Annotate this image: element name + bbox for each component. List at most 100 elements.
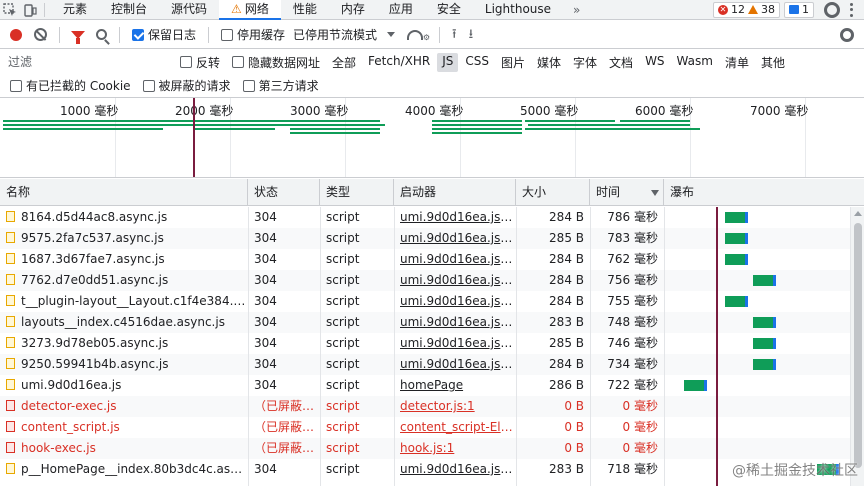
checkbox-unchecked-icon[interactable] [221, 28, 234, 41]
type-filter-5[interactable]: 媒体 [532, 53, 566, 72]
waterfall-bar[interactable] [725, 254, 748, 265]
cell-initiator[interactable]: content_script-EldO… [394, 417, 516, 438]
filter-icon[interactable] [71, 30, 85, 44]
column-name[interactable]: 名称 [0, 179, 248, 206]
table-row[interactable]: p__HomePage__index.80b3dc4c.async.js 304 s… [0, 459, 850, 480]
type-filter-0[interactable]: 全部 [327, 53, 361, 72]
waterfall-bar[interactable] [725, 296, 748, 307]
table-scrollbar[interactable] [850, 207, 864, 486]
table-row[interactable]: 1687.3d67fae7.async.js 304 script umi.9d0d1… [0, 249, 850, 270]
cell-initiator[interactable]: umi.9d0d16ea.js:692 [394, 291, 516, 312]
cell-initiator[interactable]: umi.9d0d16ea.js:692 [394, 249, 516, 270]
table-row[interactable]: 9575.2fa7c537.async.js 304 script umi.9d0d1… [0, 228, 850, 249]
type-filter-10[interactable]: 清单 [720, 53, 754, 72]
tab-1[interactable]: 控制台 [99, 0, 159, 20]
tab-6[interactable]: 应用 [377, 0, 425, 20]
search-icon[interactable] [96, 29, 107, 40]
filter-input[interactable] [6, 52, 166, 72]
scroll-up-icon[interactable] [854, 211, 862, 216]
disable-cache-checkbox[interactable]: 停用缓存 [221, 26, 285, 43]
messages-badge[interactable]: 1 [784, 1, 814, 18]
cell-initiator[interactable]: homePage [394, 375, 516, 396]
type-filter-3[interactable]: CSS [460, 53, 494, 72]
more-tabs-icon[interactable]: » [563, 3, 590, 17]
checkbox-unchecked-icon[interactable] [242, 79, 255, 92]
checkbox-unchecked-icon[interactable] [232, 56, 245, 68]
waterfall-bar[interactable] [725, 233, 748, 244]
blocked-cookies-checkbox[interactable]: 有已拦截的 Cookie [10, 77, 131, 94]
table-row[interactable]: content_script.js （已屏蔽… script content_scri… [0, 417, 850, 438]
type-filter-9[interactable]: Wasm [672, 53, 718, 72]
timeline-overview[interactable]: 1000 毫秒 2000 毫秒 3000 毫秒 4000 毫秒 5000 毫秒 6000 … [0, 98, 864, 178]
waterfall-bar[interactable] [753, 275, 776, 286]
type-filter-4[interactable]: 图片 [496, 53, 530, 72]
cell-initiator[interactable]: umi.9d0d16ea.js:692 [394, 333, 516, 354]
hide-data-urls-checkbox[interactable]: 隐藏数据网址 [232, 54, 320, 71]
table-row[interactable]: detector-exec.js （已屏蔽… script detector.js:1… [0, 396, 850, 417]
errors-badge[interactable]: ✕ 12 38 [713, 1, 780, 18]
column-initiator[interactable]: 启动器 [394, 179, 516, 206]
network-conditions-icon[interactable] [407, 29, 430, 42]
type-filter-6[interactable]: 字体 [568, 53, 602, 72]
tab-3[interactable]: ⚠ 网络 [219, 0, 281, 20]
cell-initiator[interactable]: umi.9d0d16ea.js:692 [394, 228, 516, 249]
checkbox-unchecked-icon[interactable] [142, 79, 155, 92]
type-filter-7[interactable]: 文档 [604, 53, 638, 72]
tab-0[interactable]: 元素 [51, 0, 99, 20]
blocked-requests-checkbox[interactable]: 被屏蔽的请求 [142, 77, 231, 94]
waterfall-bar[interactable] [753, 359, 776, 370]
cell-initiator[interactable]: hook.js:1 [394, 438, 516, 459]
tab-5[interactable]: 内存 [329, 0, 377, 20]
column-size[interactable]: 大小 [516, 179, 590, 206]
type-filter-1[interactable]: Fetch/XHR [363, 53, 435, 72]
table-row[interactable]: 9250.59941b4b.async.js 304 script umi.9d0d1… [0, 354, 850, 375]
table-row[interactable]: umi.9d0d16ea.js 304 script homePage 286 B 722… [0, 375, 850, 396]
tab-2[interactable]: 源代码 [159, 0, 219, 20]
waterfall-bar[interactable] [753, 338, 776, 349]
table-row[interactable]: hook-exec.js （已屏蔽… script hook.js:1 0 B 0 毫秒 [0, 438, 850, 459]
more-options-icon[interactable] [850, 2, 854, 17]
import-har-icon[interactable]: ⭱ [452, 28, 457, 41]
waterfall-bar[interactable] [753, 317, 776, 328]
cell-initiator[interactable]: umi.9d0d16ea.js:692 [394, 270, 516, 291]
tab-7[interactable]: 安全 [425, 0, 473, 20]
type-filter-2[interactable]: JS [437, 52, 459, 72]
settings-gear-icon[interactable] [824, 1, 840, 18]
export-har-icon[interactable]: ⭳ [469, 28, 474, 41]
inspect-element-icon[interactable] [0, 0, 20, 20]
checkbox-checked-icon[interactable] [132, 28, 144, 41]
network-settings-gear-icon[interactable] [840, 27, 854, 42]
cell-initiator[interactable]: umi.9d0d16ea.js:692 [394, 354, 516, 375]
type-filter-8[interactable]: WS [640, 53, 669, 72]
clear-icon[interactable] [34, 28, 47, 41]
cell-initiator[interactable]: umi.9d0d16ea.js:692 [394, 459, 516, 480]
table-row[interactable]: t__plugin-layout__Layout.c1f4e384.async.… [0, 291, 850, 312]
device-toolbar-icon[interactable] [20, 0, 40, 20]
checkbox-unchecked-icon[interactable] [10, 79, 22, 92]
record-icon[interactable] [10, 28, 22, 41]
table-row[interactable]: 7762.d7e0dd51.async.js 304 script umi.9d0d1… [0, 270, 850, 291]
checkbox-unchecked-icon[interactable] [180, 56, 192, 68]
scrollbar-thumb[interactable] [854, 223, 862, 468]
tab-4[interactable]: 性能 [281, 0, 329, 20]
throttle-select[interactable]: 已停用节流模式 [293, 26, 377, 43]
waterfall-bar[interactable] [725, 212, 748, 223]
type-filter-11[interactable]: 其他 [756, 53, 790, 72]
third-party-checkbox[interactable]: 第三方请求 [242, 77, 319, 94]
table-row[interactable]: 3273.9d78eb05.async.js 304 script umi.9d0d1… [0, 333, 850, 354]
cell-initiator[interactable]: umi.9d0d16ea.js:692 [394, 207, 516, 228]
chevron-down-icon[interactable] [387, 32, 396, 37]
column-type[interactable]: 类型 [320, 179, 394, 206]
column-time-header[interactable]: 时间 [590, 179, 664, 206]
column-status[interactable]: 状态 [248, 179, 320, 206]
column-waterfall[interactable]: 瀑布 [664, 179, 864, 206]
cell-initiator[interactable]: umi.9d0d16ea.js:692 [394, 312, 516, 333]
waterfall-bar[interactable] [684, 380, 707, 391]
divider [208, 26, 210, 43]
table-row[interactable]: layouts__index.c4516dae.async.js 304 scrip… [0, 312, 850, 333]
tab-8[interactable]: Lighthouse [473, 0, 563, 20]
invert-checkbox[interactable]: 反转 [180, 54, 220, 71]
preserve-log-checkbox[interactable]: 保留日志 [132, 26, 196, 43]
cell-initiator[interactable]: detector.js:1 [394, 396, 516, 417]
table-row[interactable]: 8164.d5d44ac8.async.js 304 script umi.9d0d1… [0, 207, 850, 228]
